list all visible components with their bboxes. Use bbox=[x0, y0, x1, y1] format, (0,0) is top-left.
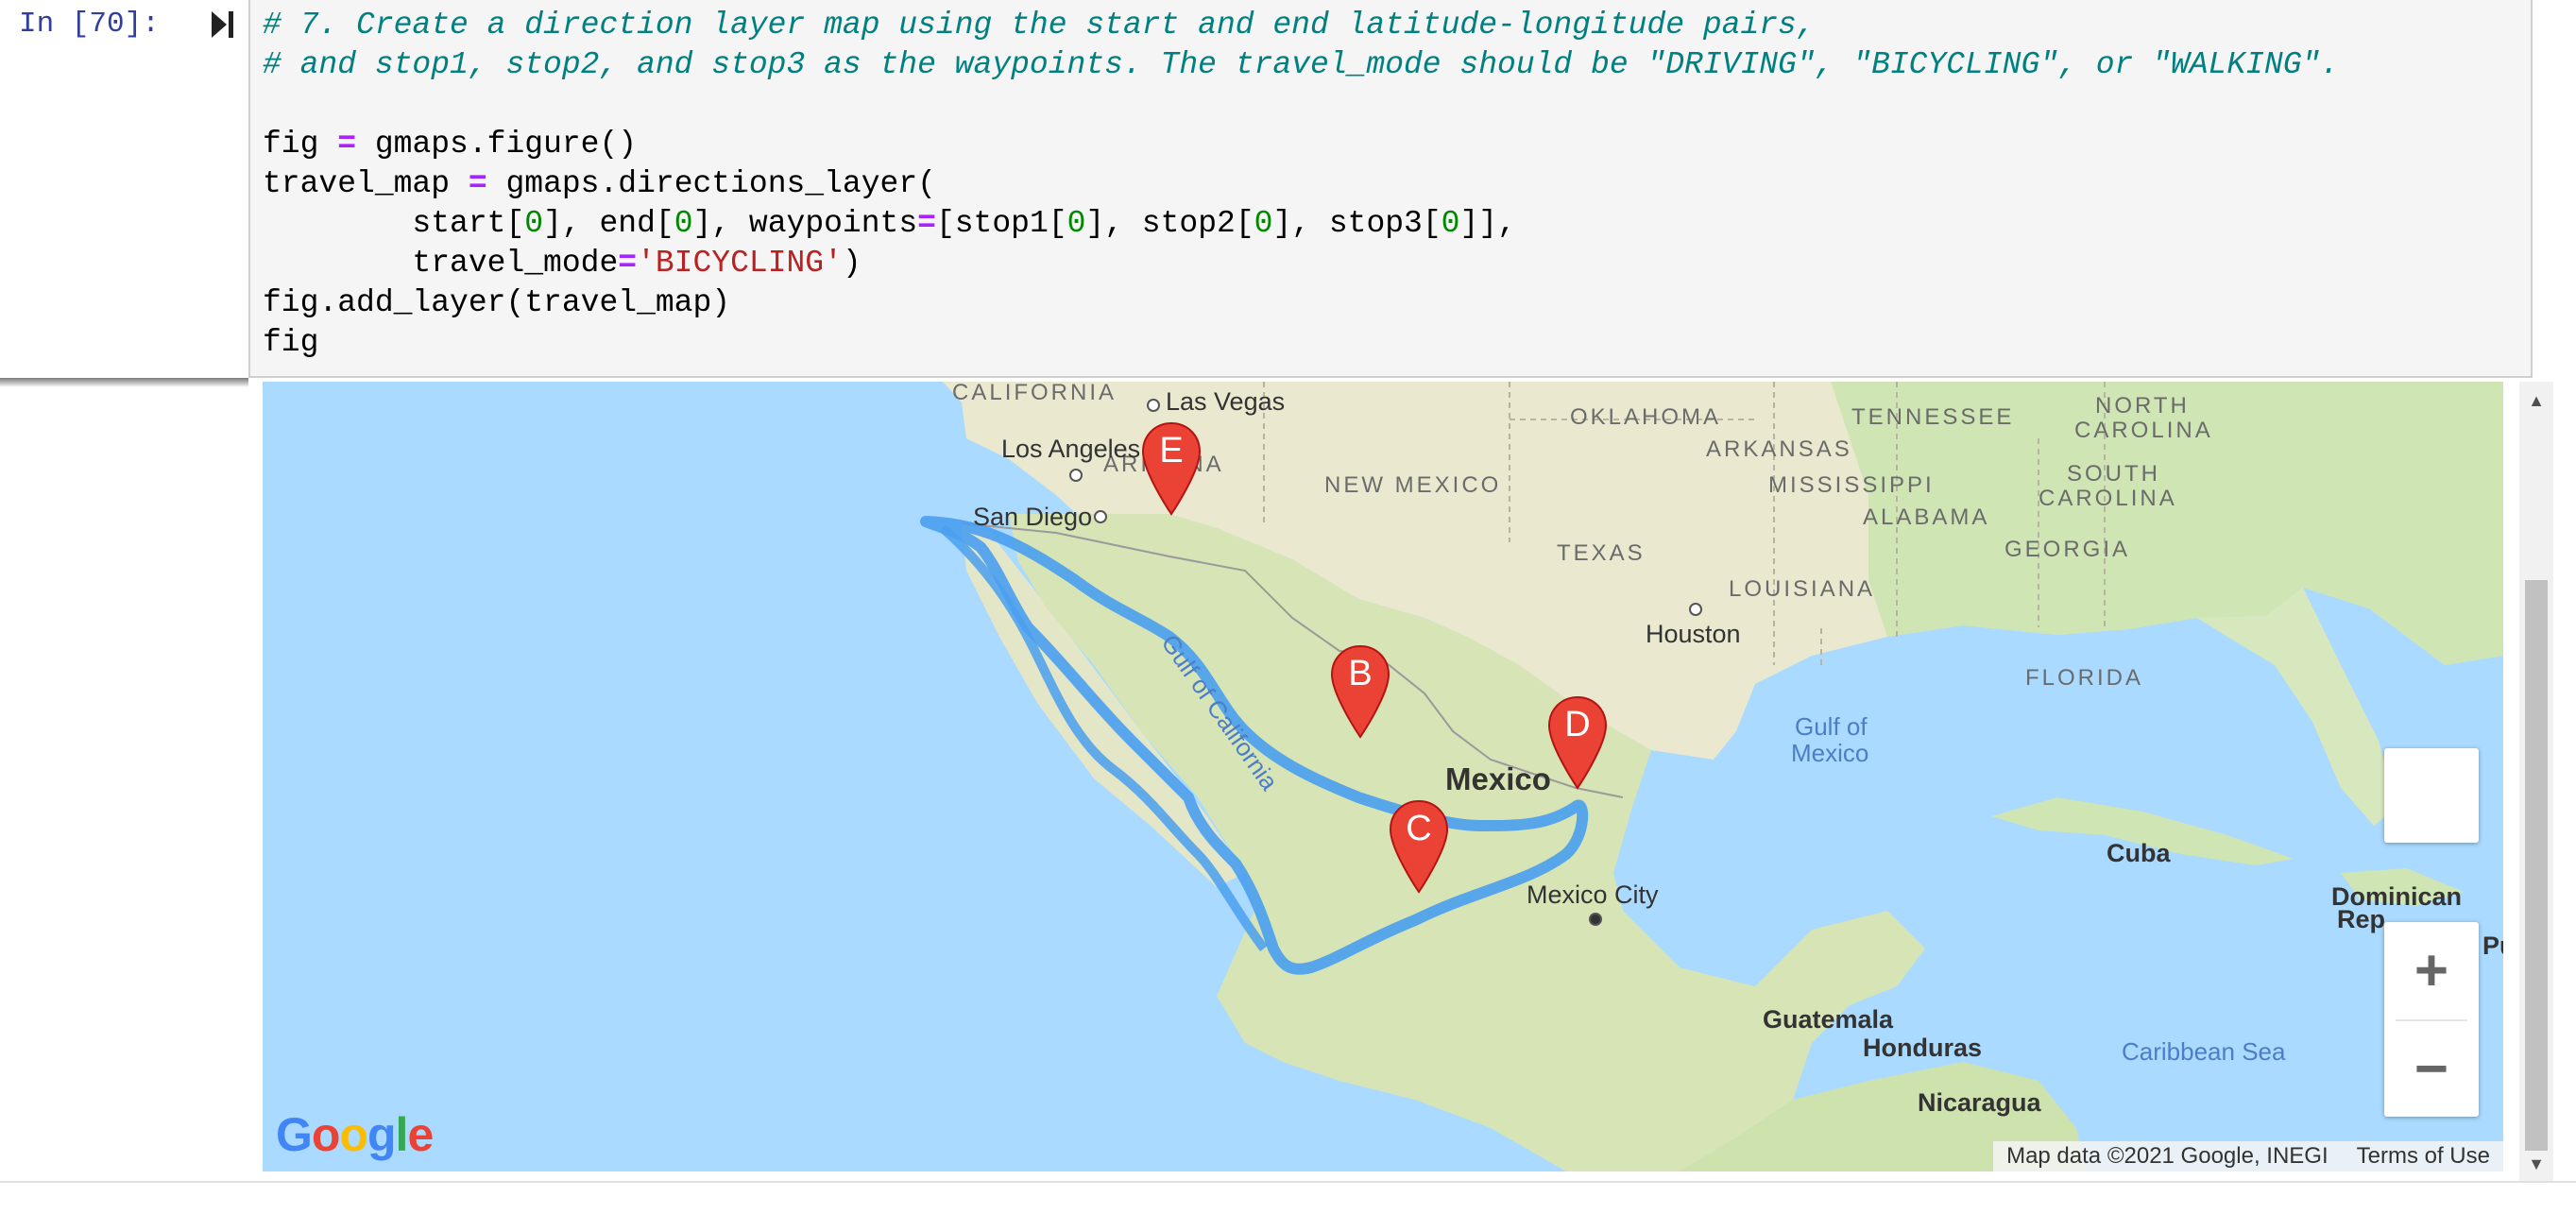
label-california: CALIFORNIA bbox=[952, 382, 1117, 405]
label-oklahoma: OKLAHOMA bbox=[1570, 404, 1722, 430]
zoom-in-button[interactable]: + bbox=[2384, 922, 2479, 1018]
label-south-carolina-1: SOUTH bbox=[2067, 461, 2160, 487]
label-louisiana: LOUISIANA bbox=[1729, 576, 1876, 602]
map-data-text: Map data ©2021 Google, INEGI bbox=[2006, 1143, 2329, 1169]
label-florida: FLORIDA bbox=[2025, 665, 2144, 691]
mexico-city-dot bbox=[1589, 913, 1602, 926]
output-scrollbar[interactable]: ▲ ▼ bbox=[2519, 382, 2553, 1183]
marker-d-label: D bbox=[1564, 705, 1591, 744]
label-las-vegas: Las Vegas bbox=[1166, 387, 1286, 416]
code-line-fig: fig bbox=[263, 325, 319, 360]
terms-of-use-link[interactable]: Terms of Use bbox=[2357, 1143, 2490, 1170]
label-mississippi: MISSISSIPPI bbox=[1768, 472, 1935, 498]
code-line-comment-1: # 7. Create a direction layer map using … bbox=[263, 8, 1816, 43]
code-line-figure: fig = gmaps.figure() bbox=[263, 127, 638, 162]
zoom-out-button[interactable]: − bbox=[2384, 1020, 2479, 1117]
label-alabama: ALABAMA bbox=[1863, 504, 1990, 530]
label-new-mexico: NEW MEXICO bbox=[1324, 472, 1502, 498]
label-honduras: Honduras bbox=[1863, 1034, 1983, 1062]
marker-b-label: B bbox=[1348, 654, 1373, 693]
las-vegas-dot bbox=[1147, 399, 1160, 412]
code-cell[interactable]: In [70]: # 7. Create a direction layer m… bbox=[0, 0, 2576, 387]
run-cell-icon[interactable] bbox=[210, 8, 238, 42]
zoom-control: + − bbox=[2384, 922, 2479, 1117]
scroll-down-icon[interactable]: ▼ bbox=[2525, 1153, 2548, 1175]
code-editor[interactable]: # 7. Create a direction layer map using … bbox=[248, 0, 2533, 378]
label-south-carolina-2: CAROLINA bbox=[2039, 486, 2177, 511]
google-logo: Google bbox=[276, 1108, 434, 1161]
marker-e[interactable]: E bbox=[1141, 421, 1202, 516]
scroll-up-icon[interactable]: ▲ bbox=[2525, 389, 2548, 412]
label-georgia: GEORGIA bbox=[2005, 537, 2131, 562]
scrollbar-thumb[interactable] bbox=[2525, 580, 2548, 1151]
los-angeles-dot bbox=[1069, 469, 1083, 482]
san-diego-dot bbox=[1094, 510, 1107, 523]
label-mexico: Mexico bbox=[1445, 761, 1551, 796]
label-north-carolina-1: NORTH bbox=[2095, 393, 2190, 419]
label-gulf-of-mexico-2: Mexico bbox=[1791, 739, 1869, 767]
code-line-comment-2: # and stop1, stop2, and stop3 as the way… bbox=[263, 47, 2340, 82]
label-guatemala: Guatemala bbox=[1763, 1005, 1894, 1034]
label-san-diego: San Diego bbox=[973, 503, 1093, 531]
label-tennessee: TENNESSEE bbox=[1851, 404, 2015, 430]
code-line-travel-mode: travel_mode='BICYCLING') bbox=[263, 246, 862, 281]
label-cuba: Cuba bbox=[2107, 839, 2171, 867]
code-line-add-layer: fig.add_layer(travel_map) bbox=[263, 285, 731, 320]
cell-shadow bbox=[0, 378, 248, 387]
label-houston: Houston bbox=[1646, 620, 1741, 648]
label-texas: TEXAS bbox=[1557, 540, 1646, 566]
cell-divider bbox=[0, 1181, 2576, 1183]
marker-d[interactable]: D bbox=[1547, 695, 1608, 790]
label-gulf-of-mexico-1: Gulf of bbox=[1795, 712, 1868, 741]
label-dominican-2: Rep bbox=[2337, 905, 2386, 933]
label-north-carolina-2: CAROLINA bbox=[2074, 418, 2213, 443]
map-attribution: Map data ©2021 Google, INEGI Terms of Us… bbox=[1993, 1141, 2503, 1171]
cell-prompt: In [70]: bbox=[19, 8, 160, 41]
label-caribbean-sea: Caribbean Sea bbox=[2122, 1037, 2286, 1066]
label-los-angeles: Los Angeles bbox=[1001, 435, 1141, 463]
label-nicaragua: Nicaragua bbox=[1918, 1088, 2041, 1117]
marker-c[interactable]: C bbox=[1389, 799, 1449, 894]
marker-c-label: C bbox=[1406, 809, 1432, 848]
code-line-directions-layer: travel_map = gmaps.directions_layer( bbox=[263, 166, 936, 201]
code-line-waypoints: start[0], end[0], waypoints=[stop1[0], s… bbox=[263, 206, 1516, 241]
map-output[interactable]: CALIFORNIA ARIZONA NEW MEXICO OKLAHOMA T… bbox=[263, 382, 2503, 1171]
label-pu: Pu bbox=[2482, 932, 2503, 960]
label-arkansas: ARKANSAS bbox=[1706, 436, 1852, 462]
marker-b[interactable]: B bbox=[1330, 644, 1390, 739]
marker-e-label: E bbox=[1159, 431, 1184, 470]
florida-land bbox=[2197, 588, 2397, 826]
fullscreen-button[interactable] bbox=[2384, 748, 2479, 843]
houston-dot bbox=[1689, 603, 1702, 616]
label-mexico-city: Mexico City bbox=[1527, 881, 1659, 909]
